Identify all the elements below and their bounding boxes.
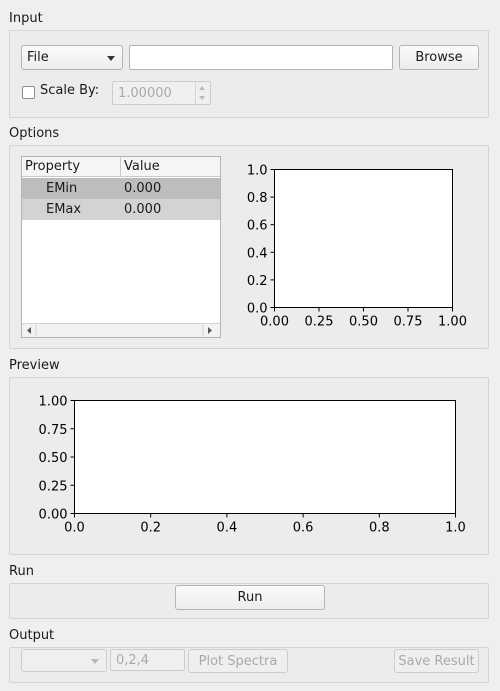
x-tick-label: 0.0 bbox=[64, 521, 85, 536]
options-section-label: Options bbox=[9, 126, 60, 141]
y-tick-label: 0.25 bbox=[39, 479, 68, 494]
y-tick-label: 0.2 bbox=[247, 274, 268, 289]
chevron-down-icon bbox=[91, 658, 99, 664]
preview-plot[interactable]: 0.0 0.2 0.4 0.6 0.8 1.0 0.00 0.25 0.50 0.75 1.00 bbox=[26, 388, 474, 544]
x-tick-label: 0.8 bbox=[369, 521, 390, 536]
y-tick-label: 0.0 bbox=[247, 302, 268, 317]
x-tick-label: 0.6 bbox=[293, 521, 314, 536]
scroll-right-icon bbox=[208, 327, 212, 334]
run-button[interactable]: Run bbox=[175, 585, 325, 610]
spectra-indices-input[interactable]: 0,2,4 bbox=[110, 649, 185, 671]
plot-area bbox=[274, 169, 453, 308]
table-row[interactable]: EMin 0.000 bbox=[22, 178, 220, 199]
y-tick-label: 0.00 bbox=[39, 508, 68, 523]
source-type-value: File bbox=[27, 50, 49, 65]
table-row[interactable]: EMax 0.000 bbox=[22, 199, 220, 220]
horizontal-scrollbar[interactable] bbox=[22, 323, 220, 337]
y-tick-label: 1.0 bbox=[247, 164, 268, 179]
y-tick-label: 0.75 bbox=[39, 423, 68, 438]
column-header-property[interactable]: Property bbox=[22, 157, 121, 177]
row-value: 0.000 bbox=[124, 202, 162, 217]
run-section-label: Run bbox=[9, 564, 34, 579]
input-group bbox=[9, 30, 489, 118]
scroll-left-icon bbox=[27, 327, 31, 334]
plot-spectra-button[interactable]: Plot Spectra bbox=[188, 649, 288, 673]
row-property: EMax bbox=[46, 202, 82, 217]
file-path-input[interactable] bbox=[129, 45, 393, 70]
scale-by-value: 1.00000 bbox=[118, 85, 172, 101]
preview-plot-canvas[interactable]: 0.0 0.2 0.4 0.6 0.8 1.0 0.00 0.25 0.50 0.75 1.00 bbox=[26, 388, 474, 544]
chevron-down-icon bbox=[107, 55, 115, 61]
y-tick-label: 0.6 bbox=[247, 219, 268, 234]
x-tick-label: 0.4 bbox=[217, 521, 238, 536]
browse-button[interactable]: Browse bbox=[399, 45, 479, 70]
options-plot-canvas[interactable]: 0.00 0.25 0.50 0.75 1.00 0.0 0.2 0.4 0.6 0.8 1.0 bbox=[235, 156, 470, 338]
preview-section-label: Preview bbox=[9, 358, 60, 373]
x-tick-label: 0.2 bbox=[140, 521, 161, 536]
scale-by-spinbox[interactable]: 1.00000 bbox=[112, 81, 211, 105]
x-tick-label: 1.00 bbox=[438, 315, 467, 330]
source-type-combo[interactable]: File bbox=[21, 45, 123, 70]
y-tick-label: 0.50 bbox=[39, 451, 68, 466]
output-workspace-combo[interactable] bbox=[21, 649, 107, 672]
save-result-button[interactable]: Save Result bbox=[394, 649, 479, 673]
y-tick-label: 0.8 bbox=[247, 191, 268, 206]
x-tick-label: 0.50 bbox=[349, 315, 378, 330]
column-header-value[interactable]: Value bbox=[121, 157, 220, 177]
spectra-indices-placeholder: 0,2,4 bbox=[116, 652, 150, 668]
output-section-label: Output bbox=[9, 628, 55, 643]
row-property: EMin bbox=[46, 181, 78, 196]
x-tick-label: 0.75 bbox=[394, 315, 423, 330]
scale-by-label: Scale By: bbox=[40, 83, 100, 98]
spin-arrows[interactable] bbox=[195, 82, 210, 104]
y-tick-label: 1.00 bbox=[39, 395, 68, 410]
row-value: 0.000 bbox=[124, 181, 162, 196]
x-tick-label: 1.0 bbox=[445, 521, 466, 536]
scale-by-checkbox[interactable] bbox=[22, 86, 35, 99]
input-section-label: Input bbox=[9, 11, 43, 26]
plot-area bbox=[74, 400, 456, 514]
options-plot[interactable]: 0.00 0.25 0.50 0.75 1.00 0.0 0.2 0.4 0.6 0.8 1.0 bbox=[235, 156, 470, 338]
property-table[interactable]: Property Value EMin 0.000 EMax 0.000 bbox=[21, 156, 221, 338]
spin-down-icon bbox=[199, 96, 205, 100]
x-tick-label: 0.00 bbox=[260, 315, 289, 330]
y-tick-label: 0.4 bbox=[247, 246, 268, 261]
spin-up-icon bbox=[199, 86, 205, 90]
x-tick-label: 0.25 bbox=[305, 315, 334, 330]
